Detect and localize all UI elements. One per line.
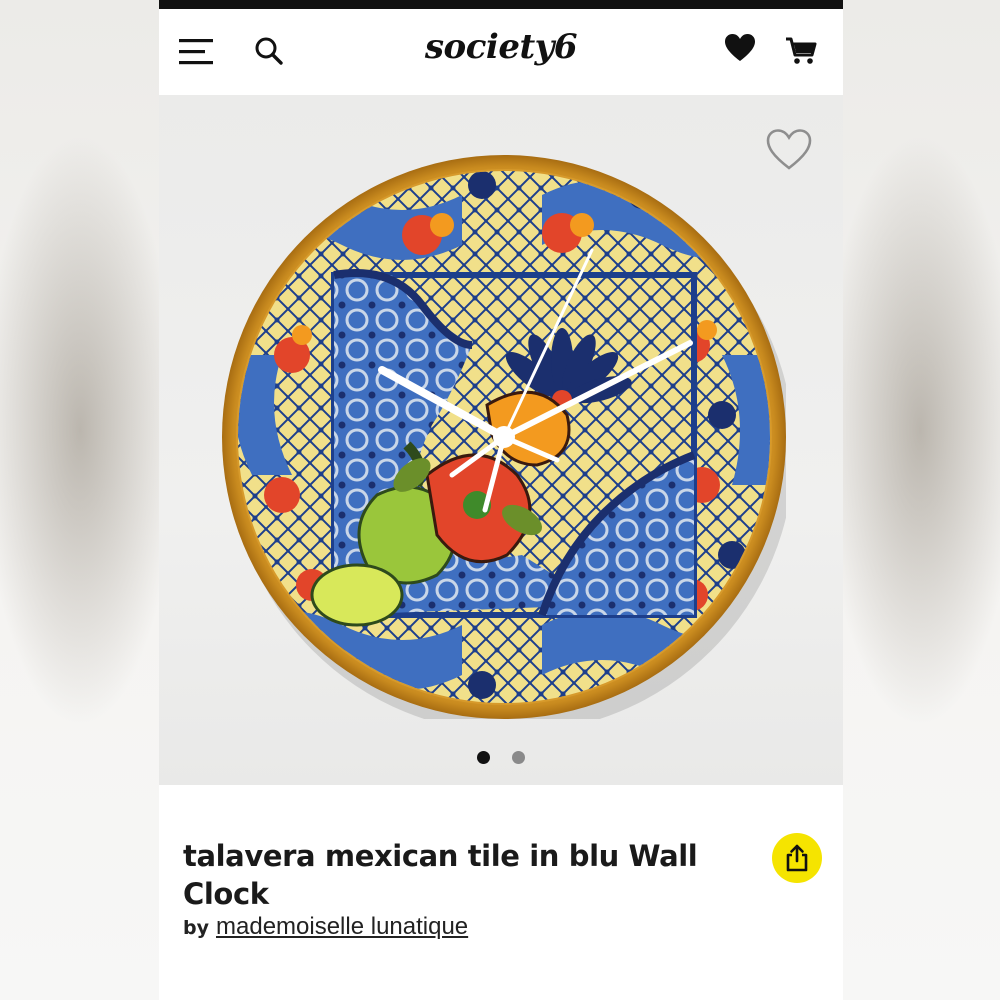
carousel-dot-active[interactable] — [477, 751, 490, 764]
by-label: by — [183, 917, 209, 939]
top-navigation-bar: society6 — [159, 9, 843, 95]
carousel-indicator — [159, 751, 843, 764]
artist-byline: by mademoiselle lunatique — [183, 913, 468, 941]
heart-icon[interactable] — [723, 31, 757, 65]
artist-link[interactable]: mademoiselle lunatique — [216, 913, 468, 940]
wall-clock-image — [222, 155, 786, 719]
share-icon — [786, 844, 808, 872]
share-button[interactable] — [772, 833, 822, 883]
carousel-dot-inactive[interactable] — [512, 751, 525, 764]
mobile-screen: society6 talavera mexican tile in blu Wa… — [159, 0, 843, 1000]
status-bar — [159, 0, 843, 9]
product-title: talavera mexican tile in blu Wall Clock — [183, 839, 698, 911]
product-image-carousel[interactable] — [159, 95, 843, 785]
cart-icon[interactable] — [784, 35, 818, 67]
product-info: talavera mexican tile in blu Wall Clock … — [159, 785, 843, 1000]
